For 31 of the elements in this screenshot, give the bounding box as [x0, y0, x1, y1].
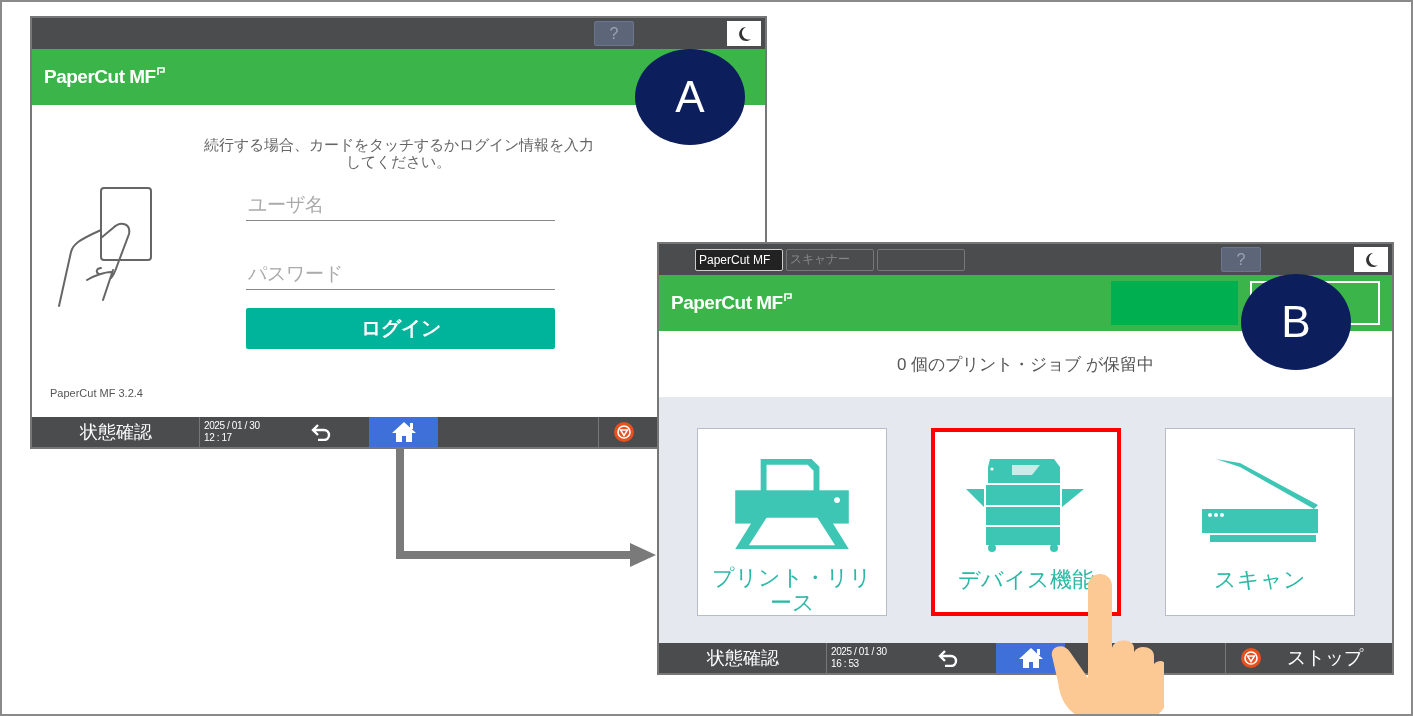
home-button[interactable]	[369, 417, 438, 447]
version-text: PaperCut MF 3.2.4	[50, 387, 143, 399]
login-button[interactable]: ログイン	[246, 308, 555, 349]
function-tile[interactable]: プリント・リリース	[697, 428, 887, 616]
status-button[interactable]: 状態確認	[32, 417, 199, 447]
papercut-logo: PaperCut MF	[671, 292, 783, 314]
help-button[interactable]: ?	[594, 21, 634, 46]
date-text: 2025 / 01 / 30	[204, 420, 261, 432]
status-button[interactable]: 状態確認	[659, 643, 826, 673]
home-icon	[1017, 647, 1044, 669]
stop-button[interactable]: ストップ	[1225, 643, 1392, 673]
password-field[interactable]: パスワード	[246, 259, 555, 290]
night-mode-button[interactable]	[1354, 247, 1388, 272]
help-button[interactable]: ?	[1221, 247, 1261, 272]
app-tab[interactable]: PaperCut MF	[695, 248, 783, 271]
username-field[interactable]: ユーザ名	[246, 190, 555, 221]
date-text: 2025 / 01 / 30	[831, 646, 888, 658]
stop-icon	[614, 422, 634, 442]
function-tile[interactable]: スキャン	[1165, 428, 1355, 616]
night-mode-button[interactable]	[727, 21, 761, 46]
copier-icon	[966, 457, 1086, 553]
leaf-icon	[783, 292, 792, 302]
time-text: 16 : 53	[831, 658, 860, 670]
home-icon	[390, 421, 417, 443]
stop-icon	[1241, 648, 1261, 668]
time-text: 12 : 17	[204, 432, 233, 444]
leaf-icon	[156, 66, 165, 76]
papercut-logo: PaperCut MF	[44, 66, 156, 88]
held-jobs-message: 0 個のプリント・ジョブ が保留中	[896, 353, 1155, 376]
printer-icon	[732, 457, 852, 551]
login-prompt: 続行する場合、カードをタッチするかログイン情報を入力してください。	[202, 136, 595, 170]
